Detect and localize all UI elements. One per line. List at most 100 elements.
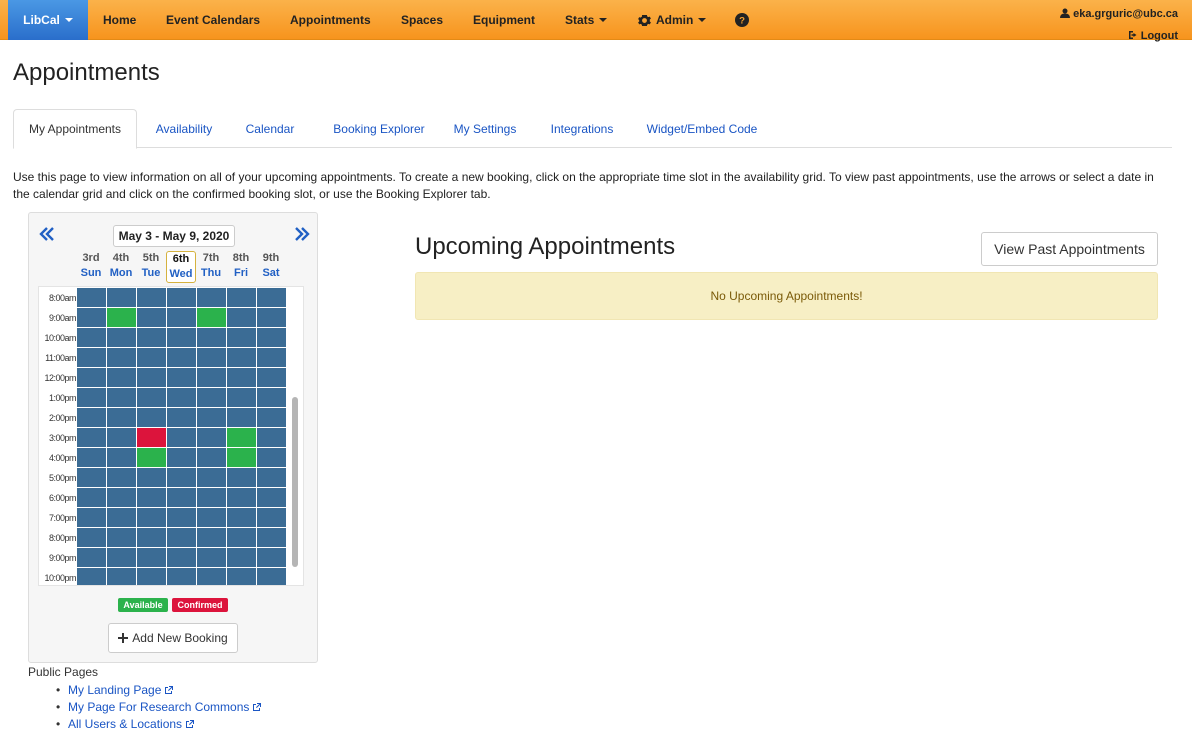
time-slot[interactable]: [197, 348, 226, 367]
time-slot[interactable]: [197, 408, 226, 427]
time-slot[interactable]: [227, 508, 256, 527]
time-slot[interactable]: [77, 488, 106, 507]
user-account[interactable]: eka.grguric@ubc.ca: [1060, 3, 1178, 25]
time-slot[interactable]: [167, 488, 196, 507]
time-slot[interactable]: [77, 288, 106, 307]
time-slot[interactable]: [107, 448, 136, 467]
day-header-thu[interactable]: 7th Thu: [196, 251, 226, 281]
time-slot[interactable]: [257, 348, 286, 367]
view-past-appointments-button[interactable]: View Past Appointments: [981, 232, 1158, 266]
time-slot[interactable]: [137, 548, 166, 567]
nav-appointments[interactable]: Appointments: [290, 0, 371, 40]
prev-week-button[interactable]: [39, 223, 55, 247]
day-header-mon[interactable]: 4th Mon: [106, 251, 136, 281]
tab-widget-embed-code[interactable]: Widget/Embed Code: [637, 109, 767, 148]
time-slot[interactable]: [77, 528, 106, 547]
day-header-fri[interactable]: 8th Fri: [226, 251, 256, 281]
time-slot[interactable]: [167, 548, 196, 567]
tab-my-appointments[interactable]: My Appointments: [13, 109, 137, 149]
time-slot[interactable]: [227, 468, 256, 487]
time-slot[interactable]: [227, 568, 256, 585]
time-slot[interactable]: [77, 368, 106, 387]
time-slot[interactable]: [197, 568, 226, 585]
time-slot[interactable]: [257, 368, 286, 387]
time-slot[interactable]: [167, 448, 196, 467]
time-slot[interactable]: [77, 388, 106, 407]
time-slot[interactable]: [167, 388, 196, 407]
time-slot[interactable]: [107, 368, 136, 387]
time-slot[interactable]: [137, 368, 166, 387]
time-slot[interactable]: [257, 528, 286, 547]
time-slot[interactable]: [77, 568, 106, 585]
time-slot-available[interactable]: [197, 308, 226, 327]
next-week-button[interactable]: [294, 223, 310, 247]
time-slot[interactable]: [167, 368, 196, 387]
time-slot[interactable]: [227, 348, 256, 367]
time-slot[interactable]: [137, 488, 166, 507]
time-slot[interactable]: [257, 488, 286, 507]
nav-home[interactable]: Home: [103, 0, 136, 40]
time-slot[interactable]: [257, 408, 286, 427]
time-slot-available[interactable]: [107, 308, 136, 327]
time-slot[interactable]: [137, 468, 166, 487]
time-slot[interactable]: [107, 348, 136, 367]
time-slot-confirmed[interactable]: [137, 428, 166, 447]
grid-scrollbar[interactable]: [292, 397, 298, 567]
time-slot[interactable]: [197, 528, 226, 547]
day-header-sun[interactable]: 3rd Sun: [76, 251, 106, 281]
day-header-sat[interactable]: 9th Sat: [256, 251, 286, 281]
time-slot[interactable]: [197, 368, 226, 387]
time-slot[interactable]: [167, 468, 196, 487]
time-slot[interactable]: [197, 388, 226, 407]
logout-link[interactable]: Logout: [1060, 25, 1178, 47]
time-slot[interactable]: [107, 328, 136, 347]
day-header-wed[interactable]: 6th Wed: [166, 251, 196, 283]
time-slot[interactable]: [107, 548, 136, 567]
time-slot[interactable]: [167, 348, 196, 367]
time-slot[interactable]: [167, 408, 196, 427]
time-slot[interactable]: [107, 408, 136, 427]
time-slot[interactable]: [257, 288, 286, 307]
time-slot[interactable]: [257, 468, 286, 487]
time-slot[interactable]: [137, 528, 166, 547]
nav-event-calendars[interactable]: Event Calendars: [166, 0, 260, 40]
time-slot[interactable]: [197, 448, 226, 467]
time-slot-available[interactable]: [137, 448, 166, 467]
time-slot-available[interactable]: [227, 428, 256, 447]
time-slot[interactable]: [137, 328, 166, 347]
time-slot[interactable]: [227, 388, 256, 407]
time-slot[interactable]: [227, 328, 256, 347]
time-slot[interactable]: [197, 468, 226, 487]
nav-stats[interactable]: Stats: [565, 0, 608, 40]
tab-calendar[interactable]: Calendar: [235, 109, 305, 148]
time-slot[interactable]: [107, 528, 136, 547]
time-slot[interactable]: [137, 388, 166, 407]
time-slot[interactable]: [137, 408, 166, 427]
week-range-label[interactable]: May 3 - May 9, 2020: [113, 225, 235, 247]
time-slot[interactable]: [167, 568, 196, 585]
time-slot[interactable]: [167, 308, 196, 327]
time-slot[interactable]: [107, 468, 136, 487]
time-slot[interactable]: [257, 548, 286, 567]
time-slot[interactable]: [77, 408, 106, 427]
time-slot[interactable]: [227, 528, 256, 547]
time-slot[interactable]: [167, 528, 196, 547]
time-slot[interactable]: [197, 328, 226, 347]
day-header-tue[interactable]: 5th Tue: [136, 251, 166, 281]
time-slot[interactable]: [77, 328, 106, 347]
nav-equipment[interactable]: Equipment: [473, 0, 535, 40]
time-slot[interactable]: [137, 348, 166, 367]
time-slot[interactable]: [167, 428, 196, 447]
time-slot[interactable]: [137, 288, 166, 307]
time-slot[interactable]: [227, 548, 256, 567]
time-slot[interactable]: [107, 508, 136, 527]
time-slot-available[interactable]: [227, 448, 256, 467]
time-slot[interactable]: [167, 328, 196, 347]
public-link-landing-page[interactable]: My Landing Page: [56, 682, 262, 699]
time-slot[interactable]: [107, 428, 136, 447]
add-new-booking-button[interactable]: Add New Booking: [108, 623, 238, 653]
time-slot[interactable]: [227, 308, 256, 327]
time-slot[interactable]: [257, 308, 286, 327]
time-slot[interactable]: [167, 288, 196, 307]
time-slot[interactable]: [77, 348, 106, 367]
